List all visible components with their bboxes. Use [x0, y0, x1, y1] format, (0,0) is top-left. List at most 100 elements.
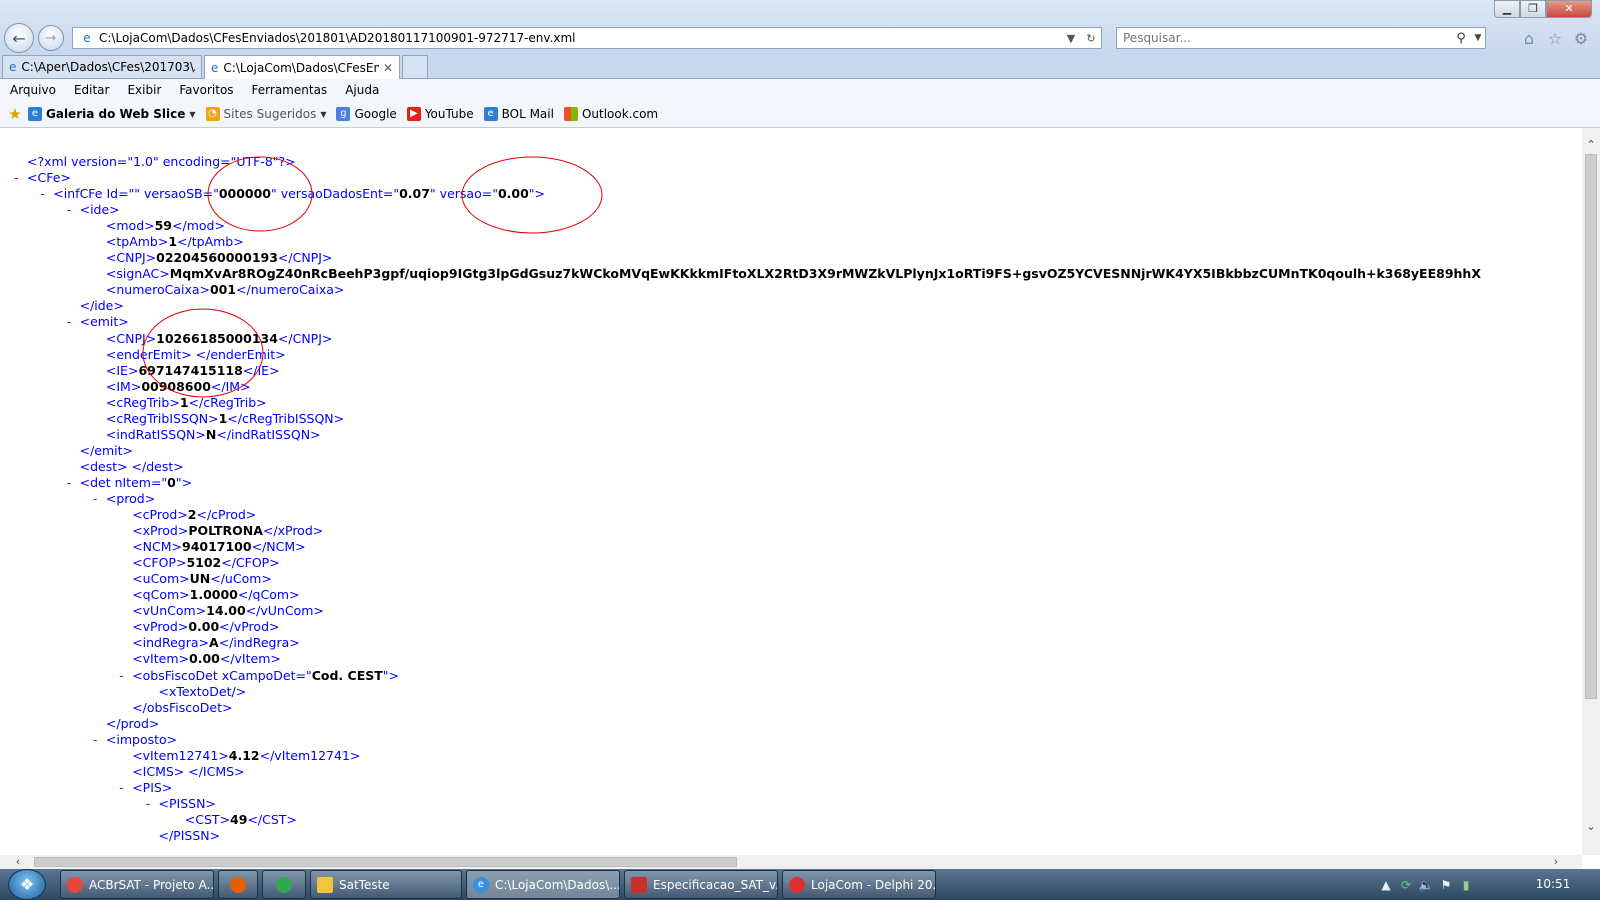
fav-google[interactable]: g Google — [336, 107, 397, 121]
xml-line: - <infCFe Id="" versaoSB="000000" versaoD… — [0, 186, 1481, 202]
xml-tag: </obsFiscoDet> — [132, 699, 233, 715]
collapse-toggle[interactable]: - — [67, 314, 72, 330]
fav-suggested-sites[interactable]: ◔ Sites Sugeridos ▼ — [205, 107, 326, 121]
xml-tag: </cRegTrib> — [188, 394, 267, 410]
collapse-toggle[interactable]: - — [67, 475, 72, 491]
task-delphi[interactable]: LojaCom - Delphi 20... — [782, 870, 936, 899]
xml-tag: <obsFiscoDet xCampoDet=" — [132, 667, 312, 683]
xml-tag: <vProd> — [132, 619, 189, 635]
xml-tag: </xProd> — [262, 523, 324, 539]
menu-exibir[interactable]: Exibir — [117, 83, 169, 97]
xml-tag: </mod> — [172, 218, 225, 234]
menu-ferramentas[interactable]: Ferramentas — [242, 83, 336, 97]
add-favorites-star-icon[interactable]: ★ — [6, 107, 24, 122]
xml-tag: </uCom> — [210, 571, 272, 587]
scroll-left-icon[interactable]: ‹ — [10, 855, 26, 869]
task-ie-lojacom[interactable]: e C:\LojaCom\Dados\... — [466, 870, 620, 899]
collapse-toggle[interactable]: - — [146, 796, 151, 812]
new-tab-button[interactable] — [402, 55, 428, 78]
xml-line: <CNPJ>02204560000193</CNPJ> — [0, 250, 1481, 266]
xml-tag: <cProd> — [132, 507, 188, 523]
task-acbrsat[interactable]: ACBrSAT - Projeto A... — [60, 870, 214, 899]
close-tab-icon[interactable]: ✕ — [383, 61, 393, 75]
favorites-star-icon[interactable]: ☆ — [1544, 28, 1566, 50]
tab-lojacom-cfes[interactable]: e C:\LojaCom\Dados\CFesEn... ✕ — [204, 55, 400, 79]
xml-tag: <signAC> — [105, 266, 170, 282]
collapse-toggle[interactable]: - — [93, 491, 98, 507]
task-app[interactable] — [262, 870, 306, 899]
xml-tag: <tpAmb> — [105, 234, 169, 250]
xml-line: - <PISSN> — [0, 796, 1481, 812]
show-hidden-icons-icon[interactable]: ▲ — [1376, 878, 1396, 892]
collapse-toggle[interactable]: - — [14, 170, 19, 186]
xml-line: <mod>59</mod> — [0, 218, 1481, 234]
horizontal-scrollbar[interactable]: ‹ › — [0, 855, 1582, 869]
collapse-toggle[interactable]: - — [40, 186, 45, 202]
menu-editar[interactable]: Editar — [64, 83, 118, 97]
xml-value: 0 — [167, 474, 176, 490]
collapse-toggle[interactable]: - — [119, 668, 124, 684]
xml-value: POLTRONA — [188, 523, 263, 539]
xml-value: Cod. CEST — [311, 667, 383, 683]
fav-youtube[interactable]: ▶ YouTube — [406, 107, 474, 121]
back-button[interactable]: ← — [4, 23, 34, 53]
xml-line: - <obsFiscoDet xCampoDet="Cod. CEST"> — [0, 668, 1481, 684]
scroll-up-icon[interactable]: ⌃ — [1582, 138, 1600, 154]
scroll-right-icon[interactable]: › — [1548, 855, 1564, 869]
search-input[interactable] — [1117, 30, 1451, 46]
volume-icon[interactable]: 🔈 — [1416, 878, 1436, 892]
horizontal-scroll-thumb[interactable] — [34, 857, 737, 867]
flag-icon[interactable]: ⚑ — [1436, 878, 1456, 892]
clock[interactable]: 10:51 — [1528, 869, 1578, 900]
scroll-down-icon[interactable]: ⌄ — [1582, 820, 1600, 836]
xml-tag: <imposto> — [105, 731, 178, 747]
menu-favoritos[interactable]: Favoritos — [169, 83, 241, 97]
maximize-button[interactable]: ❐ — [1520, 0, 1546, 18]
network-icon[interactable]: ▮ — [1456, 878, 1476, 892]
forward-button[interactable]: → — [38, 25, 64, 51]
address-bar[interactable]: e C:\LojaCom\Dados\CFesEnviados\201801\A… — [72, 27, 1102, 49]
task-especificacao-pdf[interactable]: Especificacao_SAT_v... — [624, 870, 778, 899]
xml-tag: <numeroCaixa> — [105, 282, 210, 298]
collapse-toggle[interactable]: - — [119, 780, 124, 796]
collapse-toggle[interactable]: - — [67, 202, 72, 218]
minimize-button[interactable]: ▁ — [1494, 0, 1520, 18]
xml-line: </obsFiscoDet> — [0, 700, 1481, 716]
fav-outlook[interactable]: Outlook.com — [563, 107, 658, 121]
close-window-button[interactable]: ✕ — [1546, 0, 1592, 18]
home-icon[interactable]: ⌂ — [1518, 28, 1540, 50]
collapse-toggle[interactable]: - — [93, 732, 98, 748]
menu-bar: Arquivo Editar Exibir Favoritos Ferramen… — [0, 79, 1600, 101]
search-dropdown-icon[interactable]: ▼ — [1471, 33, 1485, 43]
xml-tag: <CST> — [184, 811, 231, 827]
xml-tag: <xProd> — [132, 523, 189, 539]
menu-ajuda[interactable]: Ajuda — [335, 83, 387, 97]
ie-page-icon: e — [211, 60, 219, 75]
xml-tag: </indRegra> — [218, 635, 300, 651]
fav-web-slice-gallery[interactable]: e Galeria do Web Slice ▼ — [28, 107, 196, 121]
tab-aper-cfes[interactable]: e C:\Aper\Dados\CFes\201703\A... — [2, 55, 202, 78]
task-firefox[interactable] — [218, 870, 258, 899]
search-bar[interactable]: ⚲ ▼ — [1116, 27, 1486, 49]
menu-arquivo[interactable]: Arquivo — [0, 83, 64, 97]
task-satteste[interactable]: SatTeste — [310, 870, 462, 899]
xml-value: UN — [189, 571, 211, 587]
xml-line: <dest> </dest> — [0, 459, 1481, 475]
gear-icon[interactable]: ⚙ — [1570, 28, 1592, 50]
search-icon[interactable]: ⚲ — [1451, 31, 1471, 46]
xml-tag: <infCFe Id="" versaoSB=" — [53, 186, 219, 202]
xml-tag: <PIS> — [132, 779, 173, 795]
fav-bol-mail[interactable]: e BOL Mail — [483, 107, 554, 121]
xml-tag: <indRegra> — [132, 635, 210, 651]
xml-line: <vUnCom>14.00</vUnCom> — [0, 603, 1481, 619]
address-input[interactable]: C:\LojaCom\Dados\CFesEnviados\201801\AD2… — [99, 31, 1061, 45]
start-button[interactable]: ❖ — [8, 869, 46, 900]
vertical-scroll-thumb[interactable] — [1585, 154, 1597, 699]
sync-icon[interactable]: ⟳ — [1396, 878, 1416, 892]
vertical-scrollbar[interactable]: ⌃ ⌄ — [1582, 128, 1600, 855]
address-dropdown-icon[interactable]: ▼ — [1061, 32, 1081, 45]
refresh-icon[interactable]: ↻ — [1081, 32, 1101, 45]
xml-line: <vItem12741>4.12</vItem12741> — [0, 748, 1481, 764]
xml-tag: " versaoDadosEnt=" — [271, 186, 400, 202]
xml-value: 697147415118 — [138, 362, 243, 378]
